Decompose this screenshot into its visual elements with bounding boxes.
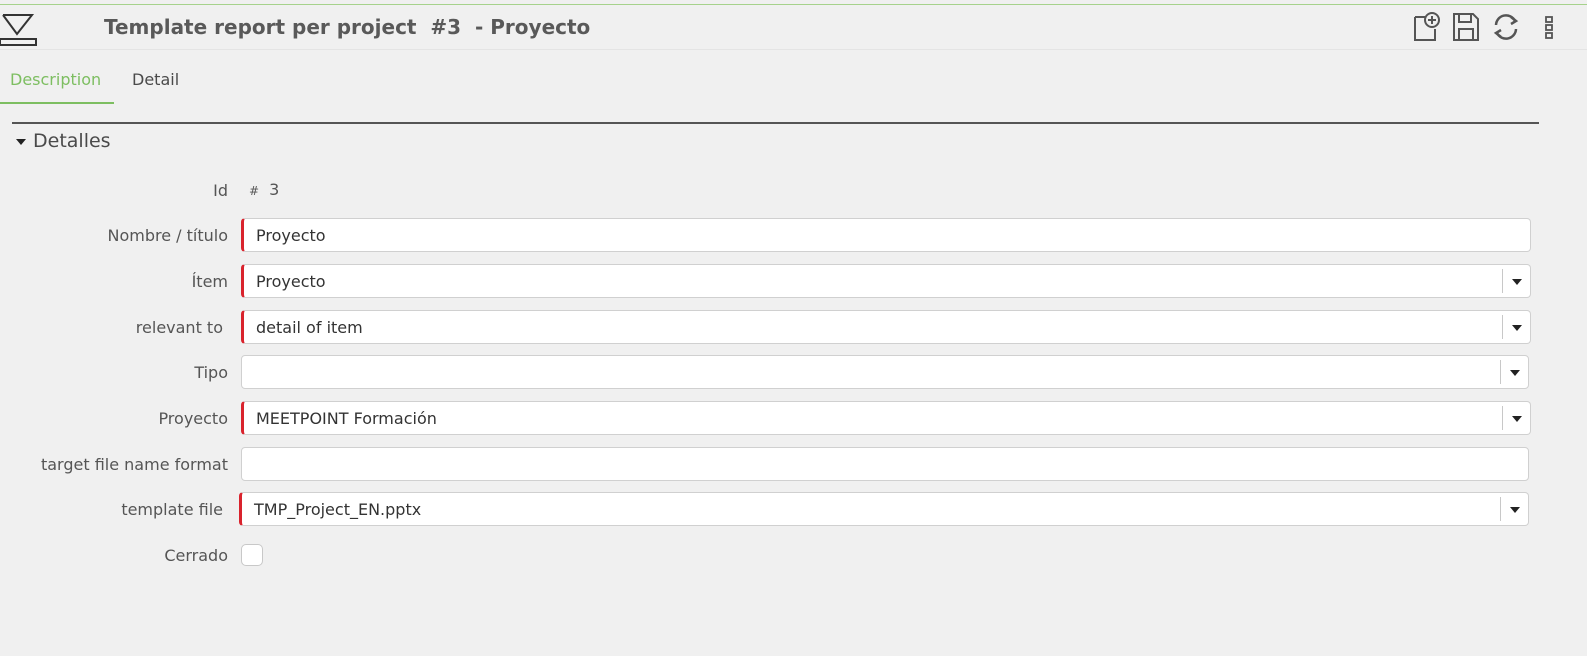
- tipo-label: Tipo: [194, 363, 228, 382]
- template-file-select[interactable]: TMP_Project_EN.pptx: [239, 492, 1529, 526]
- proyecto-label: Proyecto: [158, 409, 228, 428]
- relevant-to-label: relevant to: [135, 318, 223, 337]
- hide-menu-icon[interactable]: [0, 12, 40, 46]
- proyecto-dropdown-icon[interactable]: [1502, 406, 1530, 430]
- tipo-dropdown-icon[interactable]: [1500, 360, 1528, 384]
- section-divider: [12, 122, 1539, 124]
- proyecto-select[interactable]: MEETPOINT Formación: [241, 401, 1531, 435]
- proyecto-select-value: MEETPOINT Formación: [256, 409, 437, 428]
- form-row-target-file: target file name format: [0, 447, 1587, 481]
- item-select-value: Proyecto: [256, 272, 326, 291]
- id-value: #3: [249, 180, 279, 199]
- form-row-id: Id #3: [0, 173, 1587, 207]
- relevant-to-select-value: detail of item: [256, 318, 363, 337]
- template-file-label: template file: [121, 500, 223, 519]
- relevant-to-dropdown-icon[interactable]: [1502, 315, 1530, 339]
- id-label: Id: [213, 181, 228, 200]
- tab-description[interactable]: Description: [0, 62, 114, 104]
- more-options-icon[interactable]: [1538, 11, 1560, 43]
- template-file-select-value: TMP_Project_EN.pptx: [254, 500, 422, 519]
- item-select[interactable]: Proyecto: [241, 264, 1531, 298]
- section-title: Detalles: [33, 130, 111, 152]
- form-row-nombre: Nombre / título Proyecto: [0, 218, 1587, 252]
- title-bar: Template report per project #3 - Proyect…: [0, 5, 1587, 50]
- item-label: Ítem: [191, 272, 228, 291]
- section-toggle[interactable]: Detalles: [16, 130, 111, 152]
- relevant-to-select[interactable]: detail of item: [241, 310, 1531, 344]
- refresh-icon[interactable]: [1491, 11, 1521, 43]
- nombre-label: Nombre / título: [107, 226, 229, 245]
- id-number: 3: [269, 180, 280, 199]
- template-file-dropdown-icon[interactable]: [1500, 497, 1528, 521]
- form-row-tipo: Tipo: [0, 355, 1587, 389]
- cerrado-checkbox[interactable]: [241, 544, 263, 566]
- form-row-cerrado: Cerrado: [0, 538, 1587, 572]
- tipo-select[interactable]: [241, 355, 1529, 389]
- nombre-input[interactable]: Proyecto: [241, 218, 1531, 252]
- tab-detail[interactable]: Detail: [122, 62, 189, 104]
- item-dropdown-icon[interactable]: [1502, 269, 1530, 293]
- form-row-item: Ítem Proyecto: [0, 264, 1587, 298]
- hash-icon: #: [249, 184, 260, 198]
- caret-down-icon: [16, 139, 26, 145]
- target-file-label: target file name format: [40, 455, 228, 474]
- page-title: Template report per project #3 - Proyect…: [104, 15, 591, 39]
- save-icon[interactable]: [1451, 11, 1481, 43]
- cerrado-label: Cerrado: [164, 546, 228, 565]
- form-row-proyecto: Proyecto MEETPOINT Formación: [0, 401, 1587, 435]
- new-document-icon[interactable]: [1411, 11, 1441, 43]
- form-row-template-file: template file TMP_Project_EN.pptx: [0, 492, 1587, 526]
- form-row-relevant-to: relevant to detail of item: [0, 310, 1587, 344]
- target-file-input[interactable]: [241, 447, 1529, 481]
